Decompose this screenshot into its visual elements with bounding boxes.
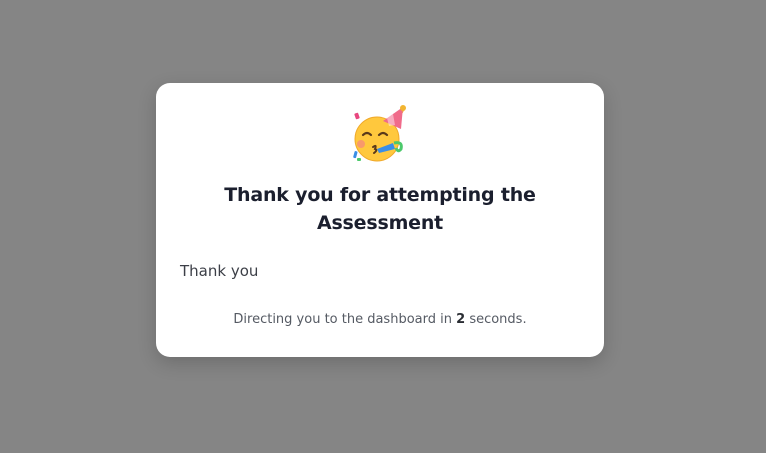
redirect-notice: Directing you to the dashboard in 2 seco…: [156, 312, 604, 327]
modal-title: Thank you for attempting the Assessment: [224, 184, 536, 234]
redirect-prefix: Directing you to the dashboard in: [233, 312, 452, 327]
redirect-countdown: 2: [456, 312, 466, 327]
modal-message: Thank you: [180, 262, 259, 280]
party-face-icon: [351, 105, 407, 165]
redirect-suffix: seconds.: [469, 312, 527, 327]
completion-modal: Thank you for attempting the Assessment …: [156, 83, 604, 357]
